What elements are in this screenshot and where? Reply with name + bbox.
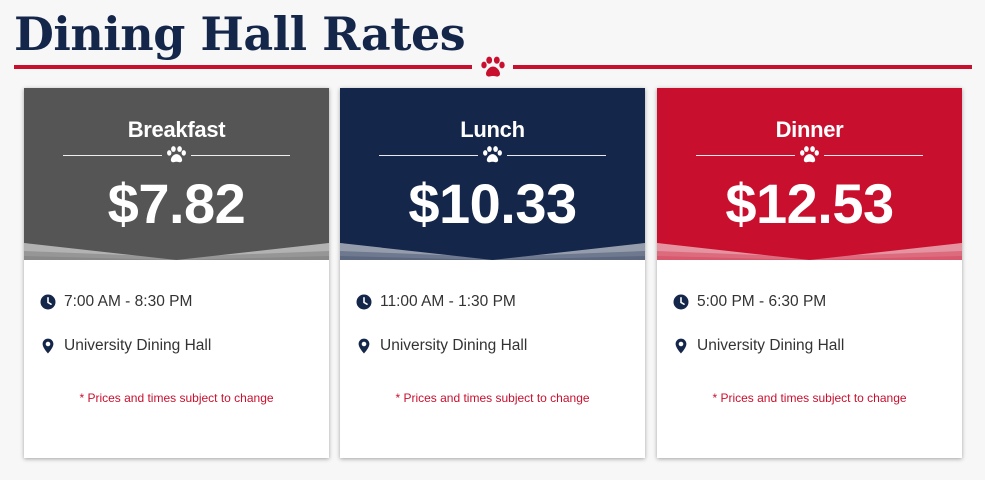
- disclaimer-note: * Prices and times subject to change: [712, 391, 907, 405]
- map-pin-icon: [40, 338, 56, 354]
- paw-icon: [799, 145, 820, 164]
- header-divider-left: [696, 155, 795, 156]
- meal-name: Dinner: [775, 117, 844, 142]
- paw-icon: [166, 145, 187, 164]
- header-divider-left: [379, 155, 478, 156]
- meal-time: 5:00 PM - 6:30 PM: [697, 293, 827, 310]
- map-pin-icon: [673, 338, 689, 354]
- card-header: Dinner $12.53: [657, 88, 962, 260]
- rate-card-breakfast: Breakfast $7.82 7:00 AM - 8:30 PM Univer…: [24, 88, 329, 458]
- title-divider-left: [14, 65, 472, 69]
- header-divider-right: [191, 155, 290, 156]
- disclaimer-note: * Prices and times subject to change: [79, 391, 274, 405]
- time-row: 11:00 AM - 1:30 PM: [356, 292, 516, 312]
- rate-card-dinner: Dinner $12.53 5:00 PM - 6:30 PM Universi…: [657, 88, 962, 458]
- header-divider-right: [824, 155, 923, 156]
- card-header: Lunch $10.33: [340, 88, 645, 260]
- time-row: 7:00 AM - 8:30 PM: [40, 292, 192, 312]
- card-header: Breakfast $7.82: [24, 88, 329, 260]
- meal-location: University Dining Hall: [64, 337, 212, 354]
- paw-icon: [482, 145, 503, 164]
- meal-name: Breakfast: [127, 117, 226, 142]
- time-row: 5:00 PM - 6:30 PM: [673, 292, 826, 312]
- header-divider-left: [63, 155, 162, 156]
- page-title: Dining Hall Rates: [14, 7, 466, 61]
- meal-price: $10.33: [408, 172, 577, 235]
- location-row: University Dining Hall: [356, 336, 527, 356]
- location-row: University Dining Hall: [40, 336, 211, 356]
- paw-icon: [480, 56, 506, 78]
- meal-time: 11:00 AM - 1:30 PM: [380, 293, 516, 310]
- header-divider-right: [507, 155, 606, 156]
- meal-location: University Dining Hall: [697, 337, 845, 354]
- location-row: University Dining Hall: [673, 336, 844, 356]
- meal-price: $7.82: [107, 172, 246, 235]
- meal-name: Lunch: [460, 117, 525, 142]
- clock-icon: [356, 294, 372, 310]
- title-divider-right: [513, 65, 972, 69]
- map-pin-icon: [356, 338, 372, 354]
- disclaimer-note: * Prices and times subject to change: [395, 391, 590, 405]
- meal-location: University Dining Hall: [380, 337, 528, 354]
- clock-icon: [673, 294, 689, 310]
- clock-icon: [40, 294, 56, 310]
- rate-card-lunch: Lunch $10.33 11:00 AM - 1:30 PM Universi…: [340, 88, 645, 458]
- meal-time: 7:00 AM - 8:30 PM: [64, 293, 193, 310]
- meal-price: $12.53: [725, 172, 894, 235]
